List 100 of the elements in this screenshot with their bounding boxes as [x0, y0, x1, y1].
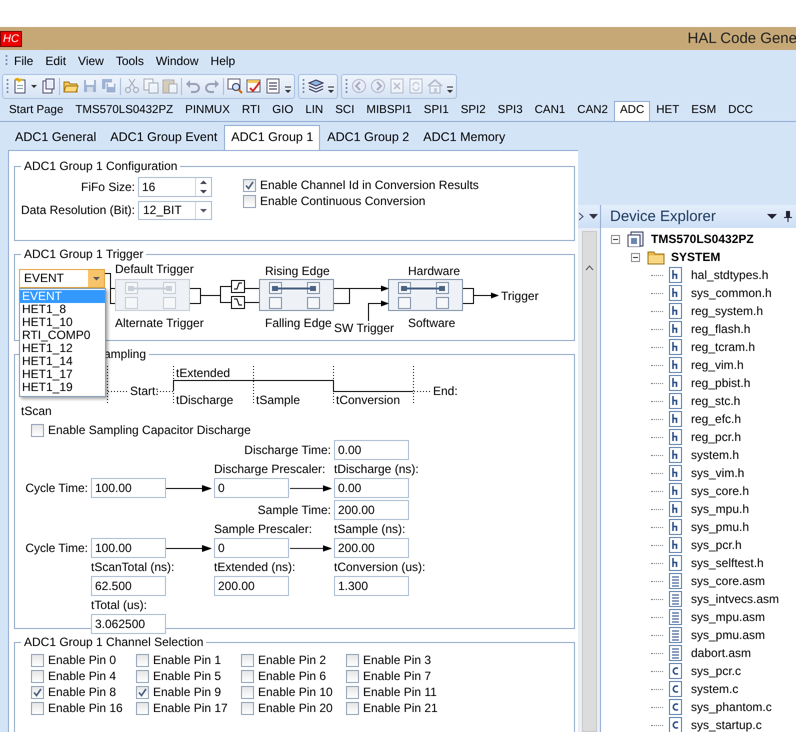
tree-item[interactable]: system.h: [691, 448, 740, 462]
dropdown[interactable]: 12_BIT: [138, 201, 212, 220]
dropdown-option[interactable]: HET1_14: [20, 355, 105, 368]
tree-item[interactable]: reg_system.h: [691, 304, 764, 318]
tree-item[interactable]: reg_flash.h: [691, 322, 750, 336]
tree-item[interactable]: sys_vim.h: [691, 466, 744, 480]
grip-icon[interactable]: [345, 78, 348, 94]
checkbox[interactable]: [31, 654, 44, 666]
text-field[interactable]: 0.00: [334, 478, 409, 498]
text-field[interactable]: 100.00: [91, 478, 166, 498]
switch-block[interactable]: [388, 279, 463, 311]
dropdown-caret-icon[interactable]: [767, 214, 777, 220]
tree-item[interactable]: sys_selftest.h: [691, 556, 764, 570]
text-field[interactable]: 1.300: [334, 576, 409, 596]
tree-item[interactable]: sys_core.h: [691, 484, 750, 498]
text-field[interactable]: 0: [214, 538, 289, 558]
menu-item[interactable]: View: [72, 52, 110, 70]
checkbox[interactable]: [31, 686, 44, 698]
collapse-icon[interactable]: [631, 252, 640, 262]
module-tab[interactable]: SPI2: [454, 101, 492, 121]
tree-item[interactable]: sys_intvecs.asm: [691, 592, 780, 606]
tree-item[interactable]: system.c: [691, 682, 738, 696]
checkbox[interactable]: [346, 654, 359, 666]
spin-box[interactable]: 16: [138, 177, 212, 197]
checkbox[interactable]: [241, 686, 254, 698]
module-tab[interactable]: HET: [650, 101, 686, 121]
checkbox[interactable]: [346, 686, 359, 698]
new-document-icon[interactable]: [12, 78, 28, 94]
tree-item[interactable]: reg_pbist.h: [691, 376, 750, 390]
module-tab[interactable]: CAN2: [571, 101, 614, 121]
module-tab[interactable]: PINMUX: [179, 101, 236, 121]
layers-icon[interactable]: [308, 78, 324, 94]
module-tab[interactable]: SCI: [329, 101, 360, 121]
tree-item[interactable]: sys_pmu.asm: [691, 628, 766, 642]
checkbox[interactable]: [346, 702, 359, 714]
dropdown-option[interactable]: HET1_17: [20, 368, 105, 381]
module-tab[interactable]: ADC: [614, 101, 650, 121]
checkbox[interactable]: [241, 702, 254, 714]
text-field[interactable]: 100.00: [91, 538, 166, 558]
tree-item[interactable]: reg_vim.h: [691, 358, 744, 372]
menu-item[interactable]: Window: [150, 52, 205, 70]
text-field[interactable]: 200.00: [334, 538, 409, 558]
module-tab[interactable]: TMS570LS0432PZ: [69, 101, 180, 121]
module-tab[interactable]: RTI: [236, 101, 266, 121]
collapse-icon[interactable]: [611, 234, 620, 244]
tree-item[interactable]: TMS570LS0432PZ: [651, 232, 754, 246]
tree-item[interactable]: reg_efc.h: [691, 412, 742, 426]
checkbox[interactable]: [31, 702, 44, 714]
tree-item[interactable]: sys_phantom.c: [691, 700, 772, 714]
text-field[interactable]: 0.00: [334, 440, 409, 460]
tree-item[interactable]: reg_tcram.h: [691, 340, 756, 354]
dropdown-option[interactable]: HET1_19: [20, 381, 105, 394]
tree-item[interactable]: hal_stdtypes.h: [691, 268, 768, 282]
module-tab[interactable]: MIBSPI1: [360, 101, 418, 121]
chevron-icon[interactable]: [579, 212, 584, 221]
document-icon[interactable]: [40, 78, 56, 94]
dropdown-option[interactable]: HET1_12: [20, 342, 105, 355]
tree-item[interactable]: sys_pcr.c: [691, 664, 742, 678]
checkbox[interactable]: [136, 686, 149, 698]
tree-item[interactable]: sys_core.asm: [691, 574, 766, 588]
text-field[interactable]: 200.00: [334, 500, 409, 520]
dropdown-option[interactable]: HET1_10: [20, 316, 105, 329]
text-field[interactable]: 200.00: [214, 576, 289, 596]
module-tab[interactable]: LIN: [299, 101, 330, 121]
menu-item[interactable]: Help: [204, 52, 242, 70]
dropdown-caret-icon[interactable]: [589, 214, 598, 220]
tree-item[interactable]: sys_pmu.h: [691, 520, 750, 534]
text-field[interactable]: 3.062500: [91, 614, 166, 634]
tree-item[interactable]: dabort.asm: [691, 646, 752, 660]
switch-block[interactable]: [259, 279, 334, 311]
tab[interactable]: ADC1 General: [8, 125, 104, 150]
tree-item[interactable]: sys_startup.c: [691, 718, 762, 732]
module-tab[interactable]: DCC: [722, 101, 760, 121]
tree-item[interactable]: SYSTEM: [671, 250, 720, 264]
module-tab[interactable]: GIO: [266, 101, 300, 121]
scrollbar[interactable]: [582, 231, 597, 732]
checklist-icon[interactable]: [246, 78, 262, 94]
menu-item[interactable]: File: [8, 52, 40, 70]
falling-edge-icon[interactable]: [231, 296, 245, 309]
text-field[interactable]: 0: [214, 478, 289, 498]
menu-item[interactable]: Edit: [39, 52, 72, 70]
tree-item[interactable]: reg_pcr.h: [691, 430, 742, 444]
text-field[interactable]: 62.500: [91, 576, 166, 596]
module-tab[interactable]: CAN1: [528, 101, 572, 121]
checkbox[interactable]: [136, 654, 149, 666]
checkbox[interactable]: [243, 194, 256, 208]
tab[interactable]: ADC1 Group 2: [320, 125, 416, 150]
pin-icon[interactable]: [784, 211, 792, 222]
dropdown[interactable]: EVENT: [19, 269, 105, 288]
list-icon[interactable]: [265, 78, 281, 94]
rising-edge-icon[interactable]: [231, 280, 245, 293]
dropdown-option[interactable]: RTI_COMP0: [20, 329, 105, 342]
menu-item[interactable]: Tools: [110, 52, 150, 70]
checkbox[interactable]: [243, 178, 256, 192]
checkbox[interactable]: [136, 702, 149, 714]
module-tab[interactable]: SPI1: [418, 101, 455, 121]
tab[interactable]: ADC1 Memory: [416, 125, 512, 150]
grip-icon[interactable]: [6, 78, 9, 94]
tree-item[interactable]: sys_pcr.h: [691, 538, 742, 552]
tree-item[interactable]: sys_mpu.h: [691, 502, 750, 516]
